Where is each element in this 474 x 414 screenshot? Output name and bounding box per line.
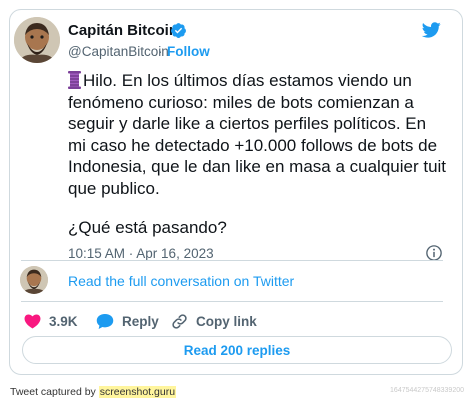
conversation-avatar[interactable] (20, 266, 48, 294)
copy-link-label: Copy link (196, 313, 257, 329)
link-icon (172, 313, 187, 329)
tweet-body-main: Hilo. En los últimos días estamos viendo… (68, 71, 447, 198)
author-avatar[interactable] (14, 17, 60, 63)
verified-badge-icon (171, 23, 186, 38)
capture-site-link[interactable]: screenshot.guru (98, 386, 177, 398)
read-conversation-link[interactable]: Read the full conversation on Twitter (68, 273, 294, 289)
tweet-text: Hilo. En los últimos días estamos viendo… (68, 70, 448, 199)
reply-label: Reply (122, 313, 159, 329)
reply-button[interactable]: Reply (96, 312, 159, 330)
like-button[interactable]: 3.9K (24, 312, 78, 330)
follow-button[interactable]: Follow (167, 44, 210, 59)
tweet-timestamp[interactable]: 10:15 AM · Apr 16, 2023 (68, 246, 214, 261)
heart-icon (24, 314, 41, 329)
copy-link-button[interactable]: Copy link (171, 312, 257, 330)
divider-bottom (21, 301, 443, 302)
capture-credit: Tweet captured by screenshot.guru (10, 386, 177, 398)
divider-top (21, 260, 443, 261)
read-replies-button[interactable]: Read 200 replies (22, 336, 452, 364)
speech-bubble-icon (96, 313, 114, 329)
capture-credit-prefix: Tweet captured by (10, 386, 96, 398)
likes-count: 3.9K (49, 313, 78, 329)
capture-id: 1647544275748339200 (390, 387, 464, 394)
author-handle[interactable]: @CapitanBitcoin (68, 44, 169, 59)
separator-dot: · (158, 44, 163, 59)
twitter-bird-icon[interactable] (420, 20, 442, 40)
thread-spool-icon (68, 71, 81, 89)
author-name[interactable]: Capitán Bitcoin (68, 22, 178, 39)
tweet-body-question: ¿Qué está pasando? (68, 218, 227, 237)
read-replies-label: Read 200 replies (183, 342, 291, 358)
